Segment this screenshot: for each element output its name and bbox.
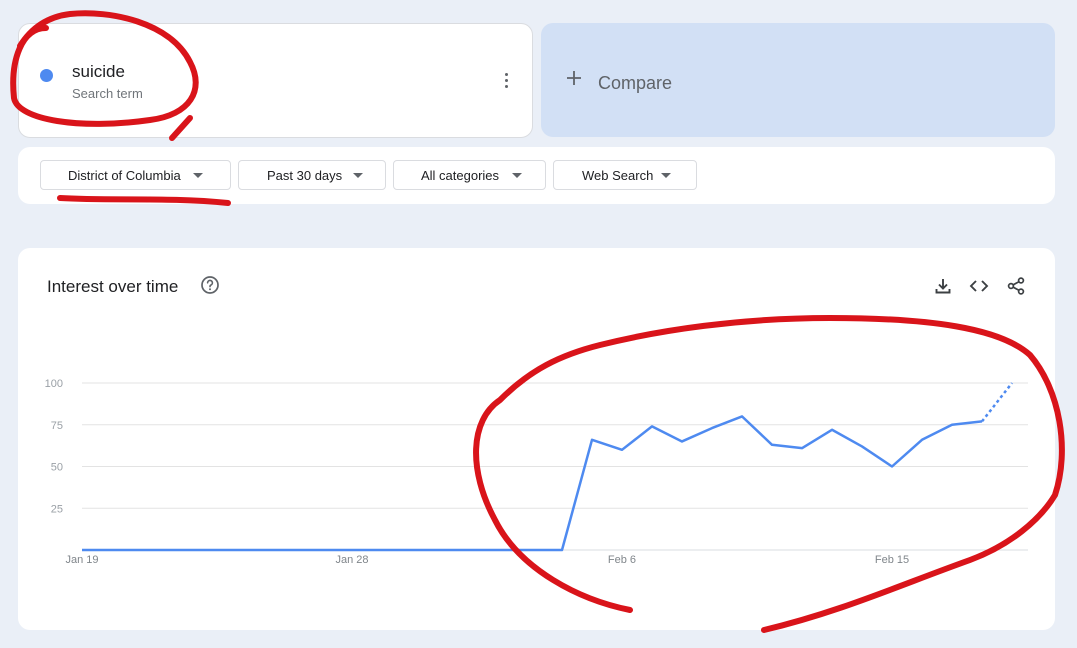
- y-tick-label: 50: [51, 462, 63, 474]
- x-tick-label: Feb 15: [875, 554, 909, 566]
- series-partial-segment: [981, 382, 1013, 423]
- x-tick-label: Feb 6: [608, 554, 636, 566]
- series-line: [82, 415, 983, 552]
- interest-line-chart: 25 50 75 100 Jan 19 Jan 28 Feb 6 Feb 15: [45, 378, 1028, 566]
- y-tick-label: 100: [45, 378, 63, 390]
- y-tick-label: 25: [51, 503, 63, 515]
- x-tick-label: Jan 28: [335, 554, 368, 566]
- x-tick-label: Jan 19: [65, 554, 98, 566]
- y-tick-label: 75: [51, 420, 63, 432]
